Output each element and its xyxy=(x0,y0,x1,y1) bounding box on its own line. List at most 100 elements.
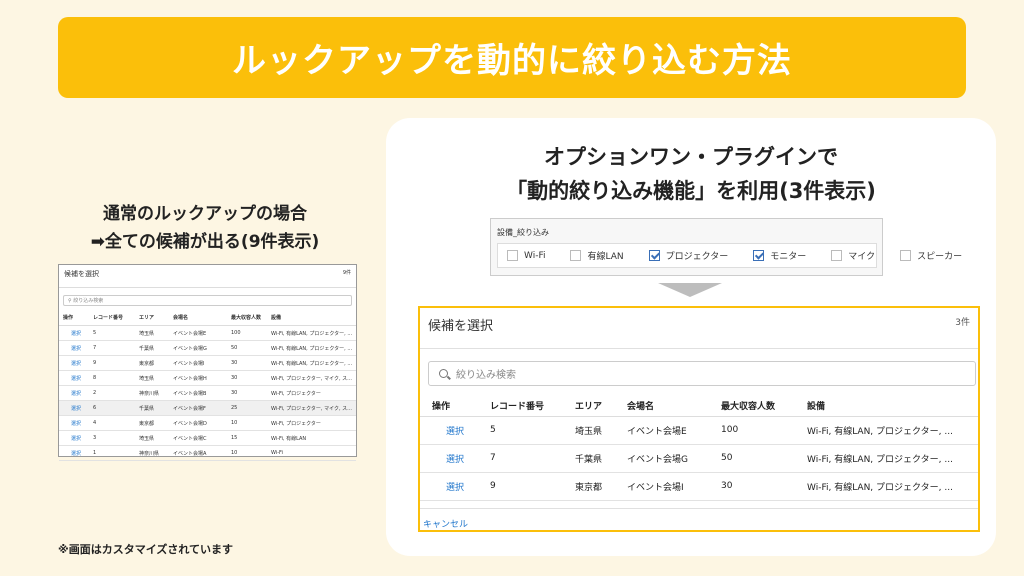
banner-title: ルックアップを動的に絞り込む方法 xyxy=(232,41,792,81)
normal-lookup-dialog: 候補を選択 9件 ⚲ 絞り込み検索 操作 レコード番号 エリア 会場名 最大収容人数 設備… xyxy=(58,264,357,461)
table-row: 選択 8 埼玉県 イベント会場H 30 Wi-Fi, プロジェクター, マイク, ス... xyxy=(59,370,356,386)
table-cell: 30 xyxy=(709,472,795,501)
table-cell: 3 xyxy=(89,430,135,446)
table-cell: Wi-Fi, プロジェクター, マイク, ス... xyxy=(267,400,356,416)
table-cell: イベント会場G xyxy=(169,340,227,356)
table-row: 選択 3 埼玉県 イベント会場C 15 Wi-Fi, 有線LAN xyxy=(59,430,356,446)
column-header: エリア xyxy=(135,312,169,326)
table-cell: Wi-Fi, プロジェクター xyxy=(267,415,356,431)
table-cell: 8 xyxy=(89,370,135,386)
dialog-count: 3件 xyxy=(955,318,970,328)
filter-options: Wi-Fi 有線LAN プロジェクター モニター マイク スピーカー xyxy=(497,243,962,268)
table-cell: 25 xyxy=(227,400,267,416)
table-cell: イベント会場E xyxy=(615,416,709,445)
table-cell: 9 xyxy=(89,355,135,371)
filter-option[interactable]: マイク xyxy=(831,249,875,262)
select-link[interactable]: 選択 xyxy=(420,416,478,445)
arrow-down-icon xyxy=(658,283,722,297)
checkbox-checked-icon[interactable] xyxy=(648,250,660,261)
table-cell: イベント会場I xyxy=(615,472,709,501)
table-cell: Wi-Fi, プロジェクター, マイク, ス... xyxy=(267,370,356,386)
select-link[interactable]: 選択 xyxy=(59,400,89,416)
column-header: 会場名 xyxy=(615,396,709,417)
column-header: 最大収容人数 xyxy=(227,312,267,326)
right-panel: オプションワン・プラグインで 「動的絞り込み機能」を利用(3件表示) 設備_絞り… xyxy=(386,118,996,556)
candidates-table: 操作 レコード番号 エリア 会場名 最大収容人数 設備 選択 5 埼玉県 イベント会場E 100 W… xyxy=(420,396,978,501)
search-icon xyxy=(439,369,448,378)
search-icon: ⚲ xyxy=(68,298,72,304)
table-cell: イベント会場B xyxy=(169,385,227,401)
filter-option[interactable]: Wi-Fi xyxy=(507,250,545,261)
small-dialog-title: 候補を選択 xyxy=(64,270,99,278)
right-caption: オプションワン・プラグインで 「動的絞り込み機能」を利用(3件表示) xyxy=(386,140,996,208)
table-cell: Wi-Fi, プロジェクター xyxy=(267,385,356,401)
checkbox-icon[interactable] xyxy=(570,250,582,261)
table-cell: Wi-Fi, 有線LAN, プロジェクター, ... xyxy=(795,472,978,501)
filter-option-label: マイク xyxy=(848,252,876,262)
table-cell: 7 xyxy=(478,444,563,473)
cancel-button[interactable]: キャンセル xyxy=(420,508,978,530)
table-cell: イベント会場C xyxy=(169,430,227,446)
checkbox-icon[interactable] xyxy=(900,250,912,261)
column-header: レコード番号 xyxy=(89,312,135,326)
table-cell: 神奈川県 xyxy=(135,385,169,401)
table-row: 選択 4 東京都 イベント会場D 10 Wi-Fi, プロジェクター xyxy=(59,415,356,431)
filtered-lookup-dialog: 候補を選択 3件 絞り込み検索 操作 レコード番号 エリア 会場名 最大収容人数 設備 選… xyxy=(418,306,980,532)
table-cell: 10 xyxy=(227,415,267,431)
filter-option[interactable]: 有線LAN xyxy=(570,249,624,262)
filter-option[interactable]: スピーカー xyxy=(900,249,962,262)
table-cell: イベント会場A xyxy=(169,445,227,461)
right-caption-line2: 「動的絞り込み機能」を利用(3件表示) xyxy=(506,179,876,203)
column-header: 操作 xyxy=(59,312,89,326)
table-cell: Wi-Fi, 有線LAN, プロジェクター, ... xyxy=(795,444,978,473)
table-cell: Wi-Fi xyxy=(267,445,356,461)
search-input[interactable]: 絞り込み検索 xyxy=(428,361,976,386)
table-cell: イベント会場F xyxy=(169,400,227,416)
filter-option-label: モニター xyxy=(770,252,807,262)
left-caption: 通常のルックアップの場合 ➡全ての候補が出る(9件表示) xyxy=(50,200,360,256)
table-cell: 埼玉県 xyxy=(135,430,169,446)
table-cell: 5 xyxy=(89,325,135,341)
table-cell: Wi-Fi, 有線LAN, プロジェクター, ... xyxy=(267,325,356,341)
column-header: 設備 xyxy=(267,312,356,326)
left-caption-line1: 通常のルックアップの場合 xyxy=(103,204,307,224)
table-cell: 5 xyxy=(478,416,563,445)
table-cell: 9 xyxy=(478,472,563,501)
select-link[interactable]: 選択 xyxy=(420,472,478,501)
select-link[interactable]: 選択 xyxy=(59,385,89,401)
checkbox-checked-icon[interactable] xyxy=(753,250,765,261)
table-cell: 30 xyxy=(227,385,267,401)
checkbox-icon[interactable] xyxy=(507,250,518,261)
select-link[interactable]: 選択 xyxy=(59,445,89,461)
table-cell: 東京都 xyxy=(135,355,169,371)
select-link[interactable]: 選択 xyxy=(59,340,89,356)
table-cell: イベント会場H xyxy=(169,370,227,386)
table-cell: 東京都 xyxy=(563,472,615,501)
table-cell: 2 xyxy=(89,385,135,401)
filter-option[interactable]: モニター xyxy=(753,249,806,262)
dialog-title: 候補を選択 xyxy=(428,319,494,334)
select-link[interactable]: 選択 xyxy=(59,355,89,371)
filter-option[interactable]: プロジェクター xyxy=(648,249,728,262)
table-row: 選択 5 埼玉県 イベント会場E 100 Wi-Fi, 有線LAN, プロジェクター, .… xyxy=(420,416,978,445)
select-link[interactable]: 選択 xyxy=(420,444,478,473)
select-link[interactable]: 選択 xyxy=(59,415,89,431)
checkbox-icon[interactable] xyxy=(831,250,843,261)
table-row: 選択 7 千葉県 イベント会場G 50 Wi-Fi, 有線LAN, プロジェクター, ..… xyxy=(420,444,978,473)
table-cell: 7 xyxy=(89,340,135,356)
table-cell: イベント会場D xyxy=(169,415,227,431)
table-cell: 埼玉県 xyxy=(563,416,615,445)
select-link[interactable]: 選択 xyxy=(59,325,89,341)
small-search-input[interactable]: ⚲ 絞り込み検索 xyxy=(63,295,352,306)
right-caption-line1: オプションワン・プラグインで xyxy=(544,145,838,169)
filter-option-label: 有線LAN xyxy=(587,252,624,262)
table-cell: 100 xyxy=(227,325,267,341)
filter-option-label: Wi-Fi xyxy=(524,250,546,261)
table-cell: Wi-Fi, 有線LAN, プロジェクター, ... xyxy=(795,416,978,445)
table-row: 選択 9 東京都 イベント会場I 30 Wi-Fi, 有線LAN, プロジェクター, ..… xyxy=(420,472,978,501)
table-cell: 50 xyxy=(709,444,795,473)
table-row: 選択 2 神奈川県 イベント会場B 30 Wi-Fi, プロジェクター xyxy=(59,385,356,401)
column-header: エリア xyxy=(563,396,615,417)
select-link[interactable]: 選択 xyxy=(59,430,89,446)
select-link[interactable]: 選択 xyxy=(59,370,89,386)
